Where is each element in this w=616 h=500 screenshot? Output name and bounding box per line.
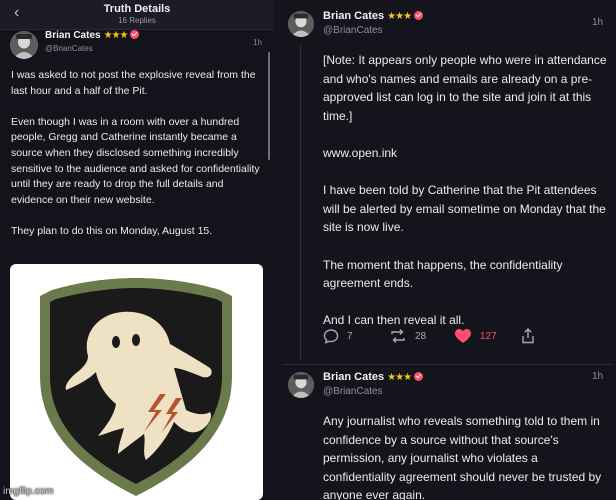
post-time: 1h (592, 17, 604, 28)
post-body: [Note: It appears only people who were i… (323, 51, 607, 349)
thread-connector (300, 44, 301, 360)
heart-icon (455, 329, 471, 343)
reply-button[interactable]: 7 (323, 327, 353, 345)
post-paragraph: They plan to do this on Monday, August 1… (11, 224, 213, 237)
author-handle[interactable]: @BrianCates (323, 25, 383, 36)
share-button[interactable] (521, 327, 543, 345)
like-count: 127 (480, 330, 497, 342)
watermark: imgflip.com (3, 486, 54, 497)
post-paragraph: Any journalist who reveals something tol… (323, 414, 602, 500)
header-bar: ‹ Truth Details 16 Replies (0, 0, 274, 30)
post-time: 1h (253, 38, 262, 47)
post-paragraph: I was asked to not post the explosive re… (11, 69, 256, 97)
avatar[interactable] (10, 31, 38, 59)
retruth-count: 28 (415, 330, 427, 342)
thread-details-panel: ‹ Truth Details 16 Replies Brian Cates ★★… (0, 0, 274, 500)
author-name[interactable]: Brian Cates ★★★ (323, 10, 424, 22)
post-body: Any journalist who reveals something tol… (323, 412, 607, 500)
post-link[interactable]: www.open.ink (323, 144, 607, 163)
author-handle[interactable]: @BrianCates (323, 386, 383, 397)
retruth-icon (391, 329, 405, 343)
author-name[interactable]: Brian Cates ★★★ (45, 30, 140, 41)
author-name-text: Brian Cates (45, 30, 101, 41)
post-body: I was asked to not post the explosive re… (11, 68, 263, 255)
post-actions: 7 28 127 (323, 327, 583, 345)
post-paragraph: I have been told by Catherine that the P… (323, 183, 606, 235)
like-button[interactable]: 127 (454, 327, 497, 345)
retruth-button[interactable]: 28 (389, 327, 426, 345)
post-divider (282, 364, 612, 365)
post-time: 1h (592, 371, 604, 382)
star-badge-icon: ★★★ (387, 11, 412, 22)
post-paragraph: The moment that happens, the confidentia… (323, 257, 563, 291)
reply-count: 7 (347, 330, 353, 342)
verified-check-icon (414, 372, 424, 381)
star-badge-icon: ★★★ (387, 372, 412, 383)
scrollbar[interactable] (268, 52, 270, 160)
verified-check-icon (130, 30, 140, 39)
star-badge-icon: ★★★ (103, 30, 129, 41)
post-paragraph: [Note: It appears only people who were i… (323, 53, 607, 123)
verified-check-icon (414, 11, 424, 20)
post-image[interactable] (10, 264, 263, 500)
ghost-shield-image (40, 278, 232, 496)
page-title: Truth Details (103, 3, 171, 15)
author-handle[interactable]: @BrianCates (45, 44, 93, 53)
author-name[interactable]: Brian Cates ★★★ (323, 371, 424, 383)
post-paragraph: Even though I was in a room with over a … (11, 115, 260, 206)
avatar[interactable] (288, 372, 314, 398)
author-name-text: Brian Cates (323, 371, 385, 383)
avatar[interactable] (288, 11, 314, 37)
reply-count: 16 Replies (118, 16, 156, 25)
share-icon (522, 328, 534, 344)
reply-icon (323, 329, 339, 344)
author-name-text: Brian Cates (323, 10, 385, 22)
